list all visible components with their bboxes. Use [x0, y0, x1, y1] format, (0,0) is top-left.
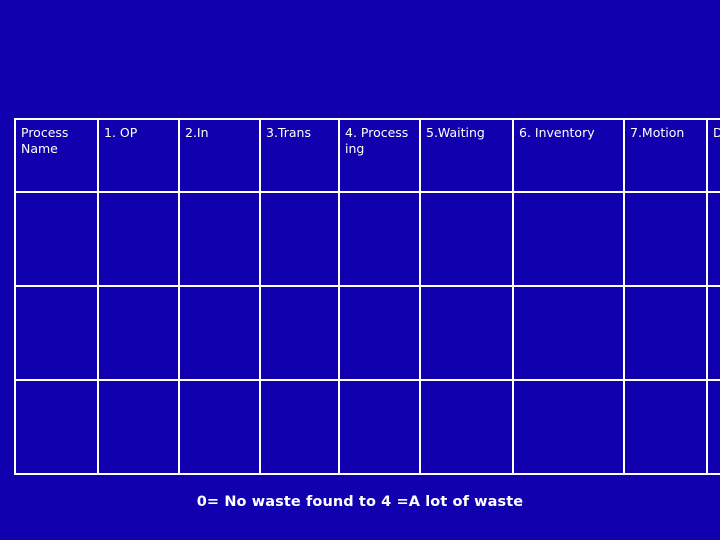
cell-motion[interactable]	[623, 191, 708, 287]
cell-process-name[interactable]	[14, 191, 99, 287]
cell-inventory[interactable]	[512, 285, 625, 381]
cell-op[interactable]	[97, 191, 180, 287]
cell-inventory[interactable]	[512, 379, 625, 475]
cell-processing[interactable]	[338, 191, 421, 287]
cell-process-name[interactable]	[14, 379, 99, 475]
column-header-process-name: Process Name	[14, 118, 99, 193]
column-header-processing: 4. Process ing	[338, 118, 421, 193]
cell-waiting[interactable]	[419, 379, 514, 475]
table-header-row: Process Name 1. OP 2.In 3.Trans 4. Proce…	[14, 118, 720, 193]
cell-trans[interactable]	[259, 285, 340, 381]
column-header-in: 2.In	[178, 118, 261, 193]
table-row	[14, 191, 720, 287]
cell-inventory[interactable]	[512, 191, 625, 287]
cell-in[interactable]	[178, 285, 261, 381]
cell-defects[interactable]	[706, 191, 720, 287]
cell-motion[interactable]	[623, 379, 708, 475]
cell-op[interactable]	[97, 285, 180, 381]
cell-processing[interactable]	[338, 285, 421, 381]
column-header-inventory: 6. Inventory	[512, 118, 625, 193]
cell-waiting[interactable]	[419, 285, 514, 381]
table-row	[14, 285, 720, 381]
cell-trans[interactable]	[259, 379, 340, 475]
cell-waiting[interactable]	[419, 191, 514, 287]
cell-in[interactable]	[178, 191, 261, 287]
cell-processing[interactable]	[338, 379, 421, 475]
cell-process-name[interactable]	[14, 285, 99, 381]
waste-assessment-table: Process Name 1. OP 2.In 3.Trans 4. Proce…	[14, 118, 720, 475]
column-header-waiting: 5.Waiting	[419, 118, 514, 193]
column-header-motion: 7.Motion	[623, 118, 708, 193]
column-header-op: 1. OP	[97, 118, 180, 193]
scale-legend: 0= No waste found to 4 =A lot of waste	[196, 494, 524, 510]
cell-motion[interactable]	[623, 285, 708, 381]
cell-trans[interactable]	[259, 191, 340, 287]
cell-defects[interactable]	[706, 285, 720, 381]
column-header-trans: 3.Trans	[259, 118, 340, 193]
cell-op[interactable]	[97, 379, 180, 475]
slide-canvas: Process Name 1. OP 2.In 3.Trans 4. Proce…	[0, 0, 720, 540]
cell-defects[interactable]	[706, 379, 720, 475]
table-row	[14, 379, 720, 475]
column-header-defects: Defects	[706, 118, 720, 193]
cell-in[interactable]	[178, 379, 261, 475]
